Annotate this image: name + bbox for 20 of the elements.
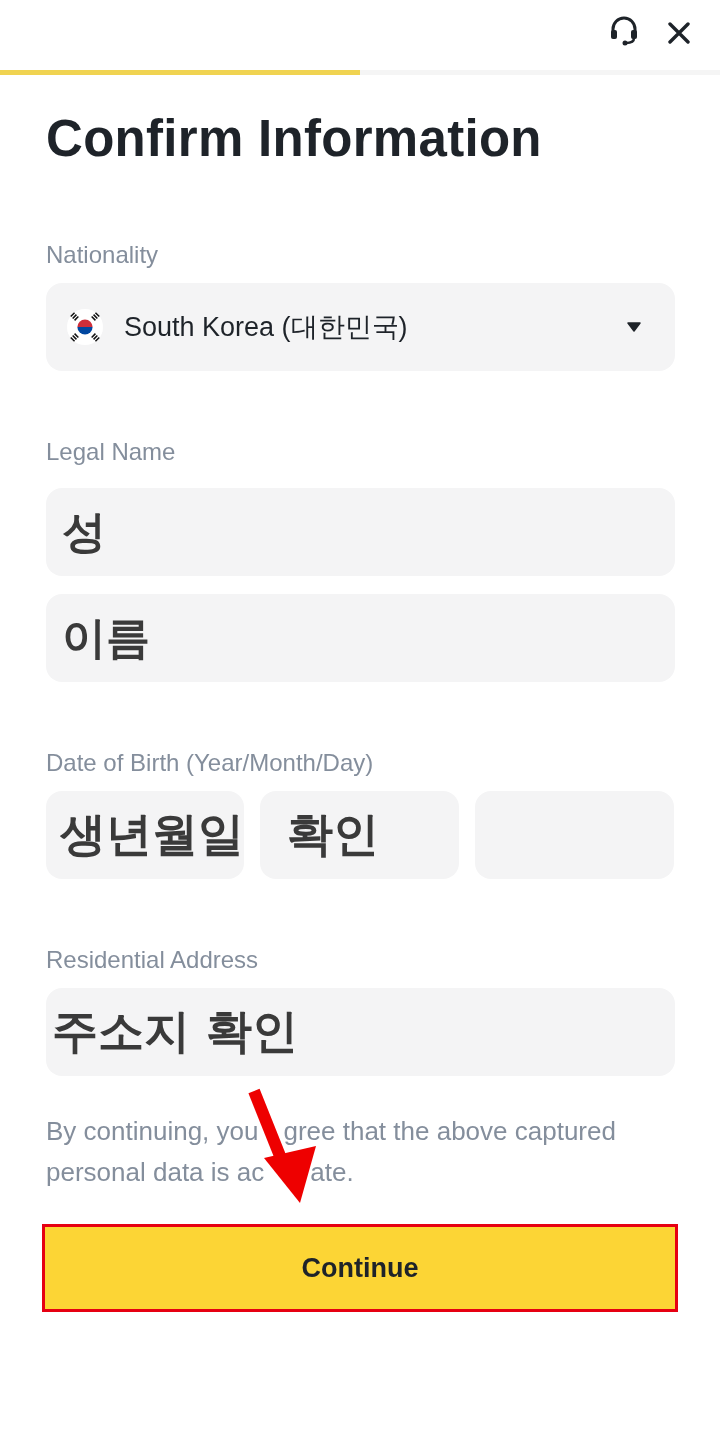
consent-text: ate.: [310, 1156, 354, 1189]
close-icon[interactable]: [668, 22, 690, 44]
page-title: Confirm Information: [46, 109, 543, 169]
nationality-value: South Korea (대한민국): [124, 311, 409, 344]
name-field[interactable]: 이름: [46, 594, 675, 682]
address-field[interactable]: 주소지 확인: [46, 988, 675, 1076]
nationality-dropdown[interactable]: South Korea (대한민국): [46, 283, 675, 371]
name-field[interactable]: 성: [46, 488, 675, 576]
field-label: Legal Name: [46, 437, 177, 467]
month-field[interactable]: 확인: [260, 791, 459, 879]
consent-text: gree that the above captured: [283, 1115, 616, 1148]
year-field[interactable]: 생년월일: [46, 791, 244, 879]
consent-text: personal data is ac: [46, 1156, 265, 1189]
field-label: Date of Birth (Year/Month/Day): [46, 748, 375, 778]
caret-down-icon: [627, 322, 641, 332]
flag-icon: [66, 308, 104, 346]
field-label: Residential Address: [46, 945, 260, 975]
headset-icon[interactable]: [610, 16, 638, 46]
field-label: Nationality: [46, 240, 160, 270]
consent-text: By continuing, you: [46, 1115, 259, 1148]
